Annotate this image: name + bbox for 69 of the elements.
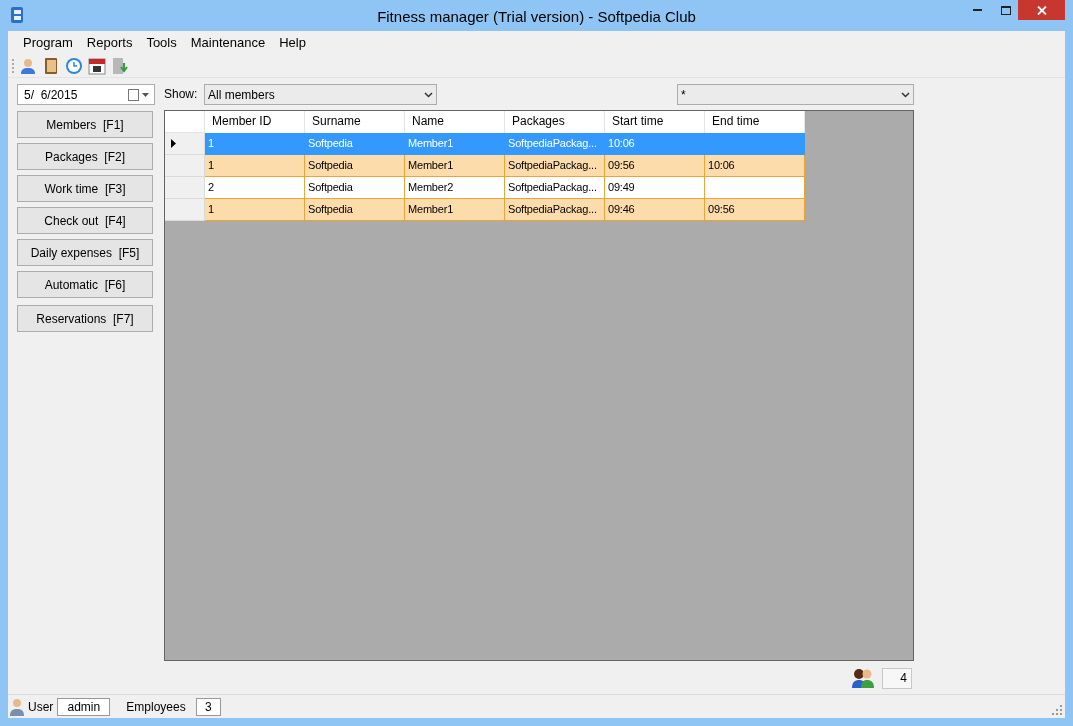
caret-icon (901, 91, 910, 98)
table-cell: Softpedia (305, 177, 405, 199)
nav-button[interactable]: Automatic [F6] (17, 271, 153, 298)
employees-label: Employees (126, 698, 186, 716)
table-cell: SoftpediaPackag... (505, 133, 605, 155)
menu-item[interactable]: Program (16, 33, 80, 53)
window-title: Fitness manager (Trial version) - Softpedia Club (377, 7, 696, 27)
member-count: 4 (882, 667, 912, 689)
clock-icon[interactable] (65, 56, 83, 75)
nav-button[interactable]: Members [F1] (17, 111, 153, 138)
calendar-dropdown-icon (128, 88, 150, 101)
minimize-icon (972, 9, 982, 11)
table-cell: Member2 (405, 177, 505, 199)
table-cell: SoftpediaPackag... (505, 155, 605, 177)
show-dropdown[interactable]: All members (204, 84, 437, 105)
table-cell: Softpedia (305, 155, 405, 177)
employees-value: 3 (195, 697, 221, 716)
table-cell: SoftpediaPackag... (505, 199, 605, 221)
user-icon (10, 697, 24, 716)
column-header[interactable]: End time (705, 111, 805, 133)
table-cell: 1 (205, 199, 305, 221)
nav-button[interactable]: Work time [F3] (17, 175, 153, 202)
maximize-icon (1001, 5, 1011, 15)
table-cell: 09:49 (605, 177, 705, 199)
calendar-icon[interactable] (88, 56, 106, 75)
column-header[interactable]: Start time (605, 111, 705, 133)
filter-dropdown[interactable]: * (677, 84, 914, 105)
table-cell: 1 (205, 155, 305, 177)
table-cell: Member1 (405, 199, 505, 221)
row-header[interactable] (165, 133, 205, 155)
close-button[interactable] (1018, 0, 1065, 20)
menu-item[interactable]: Maintenance (183, 33, 273, 53)
nav-button[interactable]: Packages [F2] (17, 143, 153, 170)
nav-button[interactable]: Reservations [F7] (17, 305, 153, 332)
user-label: User (28, 698, 54, 716)
table-cell: 10:06 (705, 155, 805, 177)
table-cell: 1 (205, 133, 305, 155)
caret-icon (424, 91, 433, 98)
table-cell: 09:46 (605, 199, 705, 221)
nav-button[interactable]: Daily expenses [F5] (17, 239, 153, 266)
date-value: 5/ 6/2015 (24, 86, 79, 104)
column-header[interactable]: Name (405, 111, 505, 133)
table-cell: 10:06 (605, 133, 705, 155)
table-cell: Softpedia (305, 133, 405, 155)
table-cell: Softpedia (305, 199, 405, 221)
app-icon (10, 6, 24, 24)
show-label: Show: (164, 86, 199, 103)
table-cell: 2 (205, 177, 305, 199)
user-value: admin (57, 697, 111, 716)
export-icon[interactable] (111, 56, 129, 75)
date-field[interactable]: 5/ 6/2015 (17, 84, 155, 105)
people-icon (851, 667, 875, 689)
menu-item[interactable]: Help (272, 33, 313, 53)
book-icon[interactable] (42, 56, 60, 75)
column-header[interactable]: Member ID (205, 111, 305, 133)
table-cell: Member1 (405, 155, 505, 177)
person-icon[interactable] (19, 56, 37, 75)
row-pointer-icon (171, 139, 176, 148)
table-cell: SoftpediaPackag... (505, 177, 605, 199)
column-header[interactable]: Packages (505, 111, 605, 133)
menu-item[interactable]: Reports (79, 33, 140, 53)
resize-grip-icon[interactable] (1052, 705, 1062, 715)
menu-item[interactable]: Tools (139, 33, 184, 53)
column-header[interactable]: Surname (305, 111, 405, 133)
table-cell: 09:56 (605, 155, 705, 177)
nav-button[interactable]: Check out [F4] (17, 207, 153, 234)
table-cell: 09:56 (705, 199, 805, 221)
table-cell: Member1 (405, 133, 505, 155)
close-icon (1036, 5, 1047, 15)
